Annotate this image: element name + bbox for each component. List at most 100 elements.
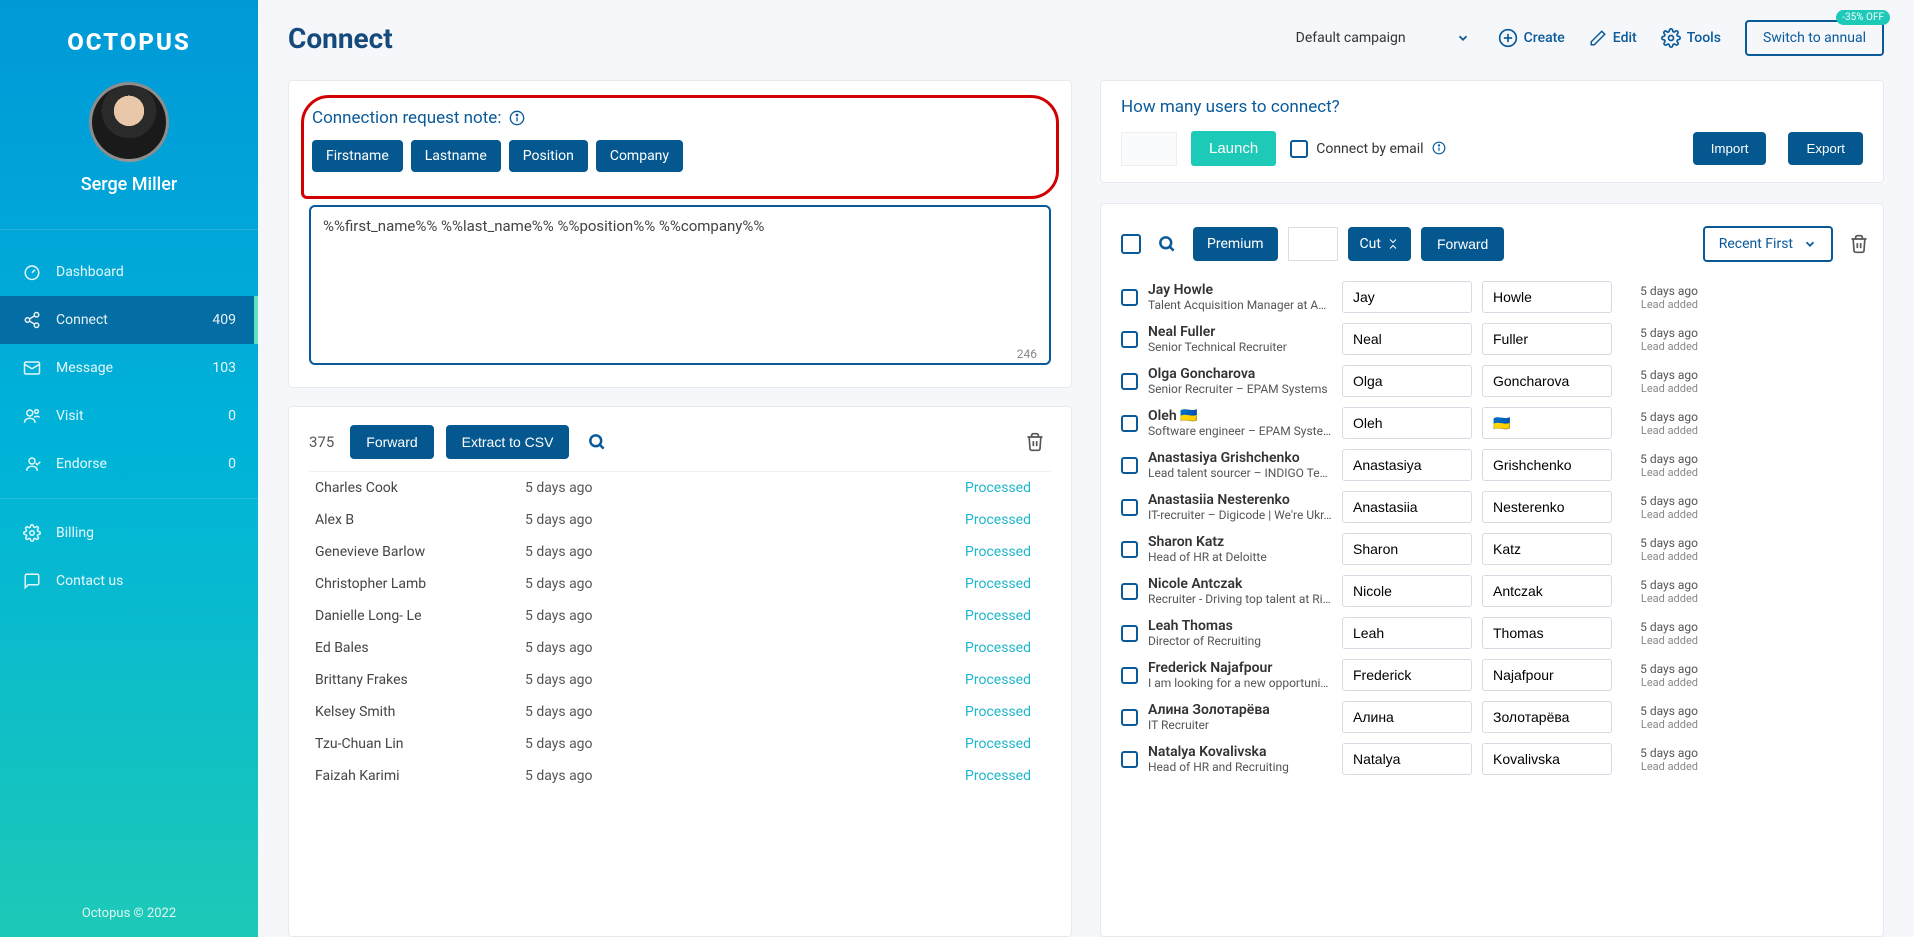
processed-row[interactable]: Tzu-Chuan Lin5 days agoProcessed xyxy=(309,728,1037,760)
processed-row[interactable]: Genevieve Barlow5 days agoProcessed xyxy=(309,536,1037,568)
select-all-checkbox[interactable] xyxy=(1121,234,1141,254)
nav-item-message[interactable]: Message103 xyxy=(0,344,258,392)
lead-last-input[interactable] xyxy=(1482,659,1612,691)
processed-row[interactable]: Charles Cook5 days agoProcessed xyxy=(309,472,1037,504)
lead-last-input[interactable] xyxy=(1482,491,1612,523)
processed-row[interactable]: Faizah Karimi5 days agoProcessed xyxy=(309,760,1037,792)
lead-info[interactable]: Jay Howle Talent Acquisition Manager at … xyxy=(1148,282,1332,312)
switch-annual-button[interactable]: Switch to annual -35% OFF xyxy=(1745,20,1884,56)
export-button[interactable]: Export xyxy=(1788,132,1863,165)
nav-item-contact-us[interactable]: Contact us xyxy=(0,557,258,605)
lead-last-input[interactable] xyxy=(1482,407,1612,439)
lead-checkbox[interactable] xyxy=(1121,751,1138,768)
extract-csv-button[interactable]: Extract to CSV xyxy=(446,425,570,459)
nav-item-dashboard[interactable]: Dashboard xyxy=(0,248,258,296)
lead-first-input[interactable] xyxy=(1342,281,1472,313)
lead-first-input[interactable] xyxy=(1342,701,1472,733)
lead-last-input[interactable] xyxy=(1482,617,1612,649)
trash-icon[interactable] xyxy=(1843,228,1875,260)
lead-info[interactable]: Neal Fuller Senior Technical Recruiter xyxy=(1148,324,1332,354)
nav-item-connect[interactable]: Connect409 xyxy=(0,296,258,344)
lead-first-input[interactable] xyxy=(1342,491,1472,523)
lead-info[interactable]: Nicole Antczak Recruiter - Driving top t… xyxy=(1148,576,1332,606)
lead-checkbox[interactable] xyxy=(1121,331,1138,348)
lead-checkbox[interactable] xyxy=(1121,457,1138,474)
lead-checkbox[interactable] xyxy=(1121,709,1138,726)
lead-info[interactable]: Olga Goncharova Senior Recruiter – EPAM … xyxy=(1148,366,1332,396)
nav-item-visit[interactable]: Visit0 xyxy=(0,392,258,440)
checkbox-icon xyxy=(1290,140,1308,158)
lead-info[interactable]: Frederick Najafpour I am looking for a n… xyxy=(1148,660,1332,690)
lead-info[interactable]: Natalya Kovalivska Head of HR and Recrui… xyxy=(1148,744,1332,774)
lead-last-input[interactable] xyxy=(1482,365,1612,397)
lead-last-input[interactable] xyxy=(1482,449,1612,481)
launch-count-input[interactable] xyxy=(1121,132,1177,166)
lead-checkbox[interactable] xyxy=(1121,373,1138,390)
lead-first-input[interactable] xyxy=(1342,407,1472,439)
cut-button[interactable]: Cut xyxy=(1348,227,1411,261)
lead-info[interactable]: Leah Thomas Director of Recruiting xyxy=(1148,618,1332,648)
lead-last-input[interactable] xyxy=(1482,281,1612,313)
nav-item-endorse[interactable]: Endorse0 xyxy=(0,440,258,488)
campaign-select[interactable]: Default campaign xyxy=(1292,24,1474,52)
search-icon[interactable] xyxy=(581,426,613,458)
create-action[interactable]: Create xyxy=(1498,28,1565,48)
edit-action[interactable]: Edit xyxy=(1589,29,1637,47)
launch-button[interactable]: Launch xyxy=(1191,131,1276,166)
lead-first-input[interactable] xyxy=(1342,323,1472,355)
row-time: 5 days ago xyxy=(525,512,965,528)
import-button[interactable]: Import xyxy=(1693,132,1767,165)
queue-forward-button[interactable]: Forward xyxy=(1421,227,1504,261)
processed-row[interactable]: Alex B5 days agoProcessed xyxy=(309,504,1037,536)
lead-last-input[interactable] xyxy=(1482,743,1612,775)
nav-item-billing[interactable]: Billing xyxy=(0,509,258,557)
lead-checkbox[interactable] xyxy=(1121,289,1138,306)
processed-row[interactable]: Danielle Long- Le5 days agoProcessed xyxy=(309,600,1037,632)
queue-list[interactable]: Jay Howle Talent Acquisition Manager at … xyxy=(1121,276,1875,918)
lead-first-input[interactable] xyxy=(1342,617,1472,649)
lead-checkbox[interactable] xyxy=(1121,541,1138,558)
chip-position[interactable]: Position xyxy=(509,140,588,172)
chip-company[interactable]: Company xyxy=(596,140,683,172)
lead-info[interactable]: Алина Золотарёва IT Recruiter xyxy=(1148,702,1332,732)
tools-action[interactable]: Tools xyxy=(1661,28,1721,48)
sort-select[interactable]: Recent First xyxy=(1703,226,1833,262)
lead-last-input[interactable] xyxy=(1482,323,1612,355)
lead-first-input[interactable] xyxy=(1342,449,1472,481)
premium-filter[interactable]: Premium xyxy=(1193,227,1278,261)
lead-first-input[interactable] xyxy=(1342,743,1472,775)
lead-info[interactable]: Sharon Katz Head of HR at Deloitte xyxy=(1148,534,1332,564)
lead-info[interactable]: Oleh 🇺🇦 Software engineer – EPAM Syste..… xyxy=(1148,408,1332,438)
lead-checkbox[interactable] xyxy=(1121,583,1138,600)
lead-last-input[interactable] xyxy=(1482,701,1612,733)
lead-checkbox[interactable] xyxy=(1121,499,1138,516)
forward-button[interactable]: Forward xyxy=(350,425,433,459)
lead-checkbox[interactable] xyxy=(1121,415,1138,432)
chip-lastname[interactable]: Lastname xyxy=(411,140,501,172)
lead-first-input[interactable] xyxy=(1342,533,1472,565)
lead-first-input[interactable] xyxy=(1342,365,1472,397)
processed-list[interactable]: Charles Cook5 days agoProcessedAlex B5 d… xyxy=(309,471,1051,792)
lead-last-input[interactable] xyxy=(1482,533,1612,565)
trash-icon[interactable] xyxy=(1019,426,1051,458)
cut-count-input[interactable] xyxy=(1288,227,1338,261)
processed-row[interactable]: Brittany Frakes5 days agoProcessed xyxy=(309,664,1037,696)
processed-row[interactable]: Christopher Lamb5 days agoProcessed xyxy=(309,568,1037,600)
lead-first-input[interactable] xyxy=(1342,575,1472,607)
lead-checkbox[interactable] xyxy=(1121,667,1138,684)
avatar[interactable] xyxy=(89,82,169,162)
chip-firstname[interactable]: Firstname xyxy=(312,140,403,172)
connect-email-checkbox[interactable]: Connect by email xyxy=(1290,140,1447,158)
info-icon[interactable] xyxy=(509,110,525,126)
search-icon[interactable] xyxy=(1151,228,1183,260)
lead-info[interactable]: Anastasiia Nesterenko IT-recruiter – Dig… xyxy=(1148,492,1332,522)
lead-name: Jay Howle xyxy=(1148,282,1332,298)
lead-first-input[interactable] xyxy=(1342,659,1472,691)
lead-info[interactable]: Anastasiya Grishchenko Lead talent sourc… xyxy=(1148,450,1332,480)
lead-last-input[interactable] xyxy=(1482,575,1612,607)
info-icon[interactable] xyxy=(1432,141,1448,157)
note-textarea[interactable] xyxy=(309,205,1051,365)
processed-row[interactable]: Kelsey Smith5 days agoProcessed xyxy=(309,696,1037,728)
lead-checkbox[interactable] xyxy=(1121,625,1138,642)
processed-row[interactable]: Ed Bales5 days agoProcessed xyxy=(309,632,1037,664)
